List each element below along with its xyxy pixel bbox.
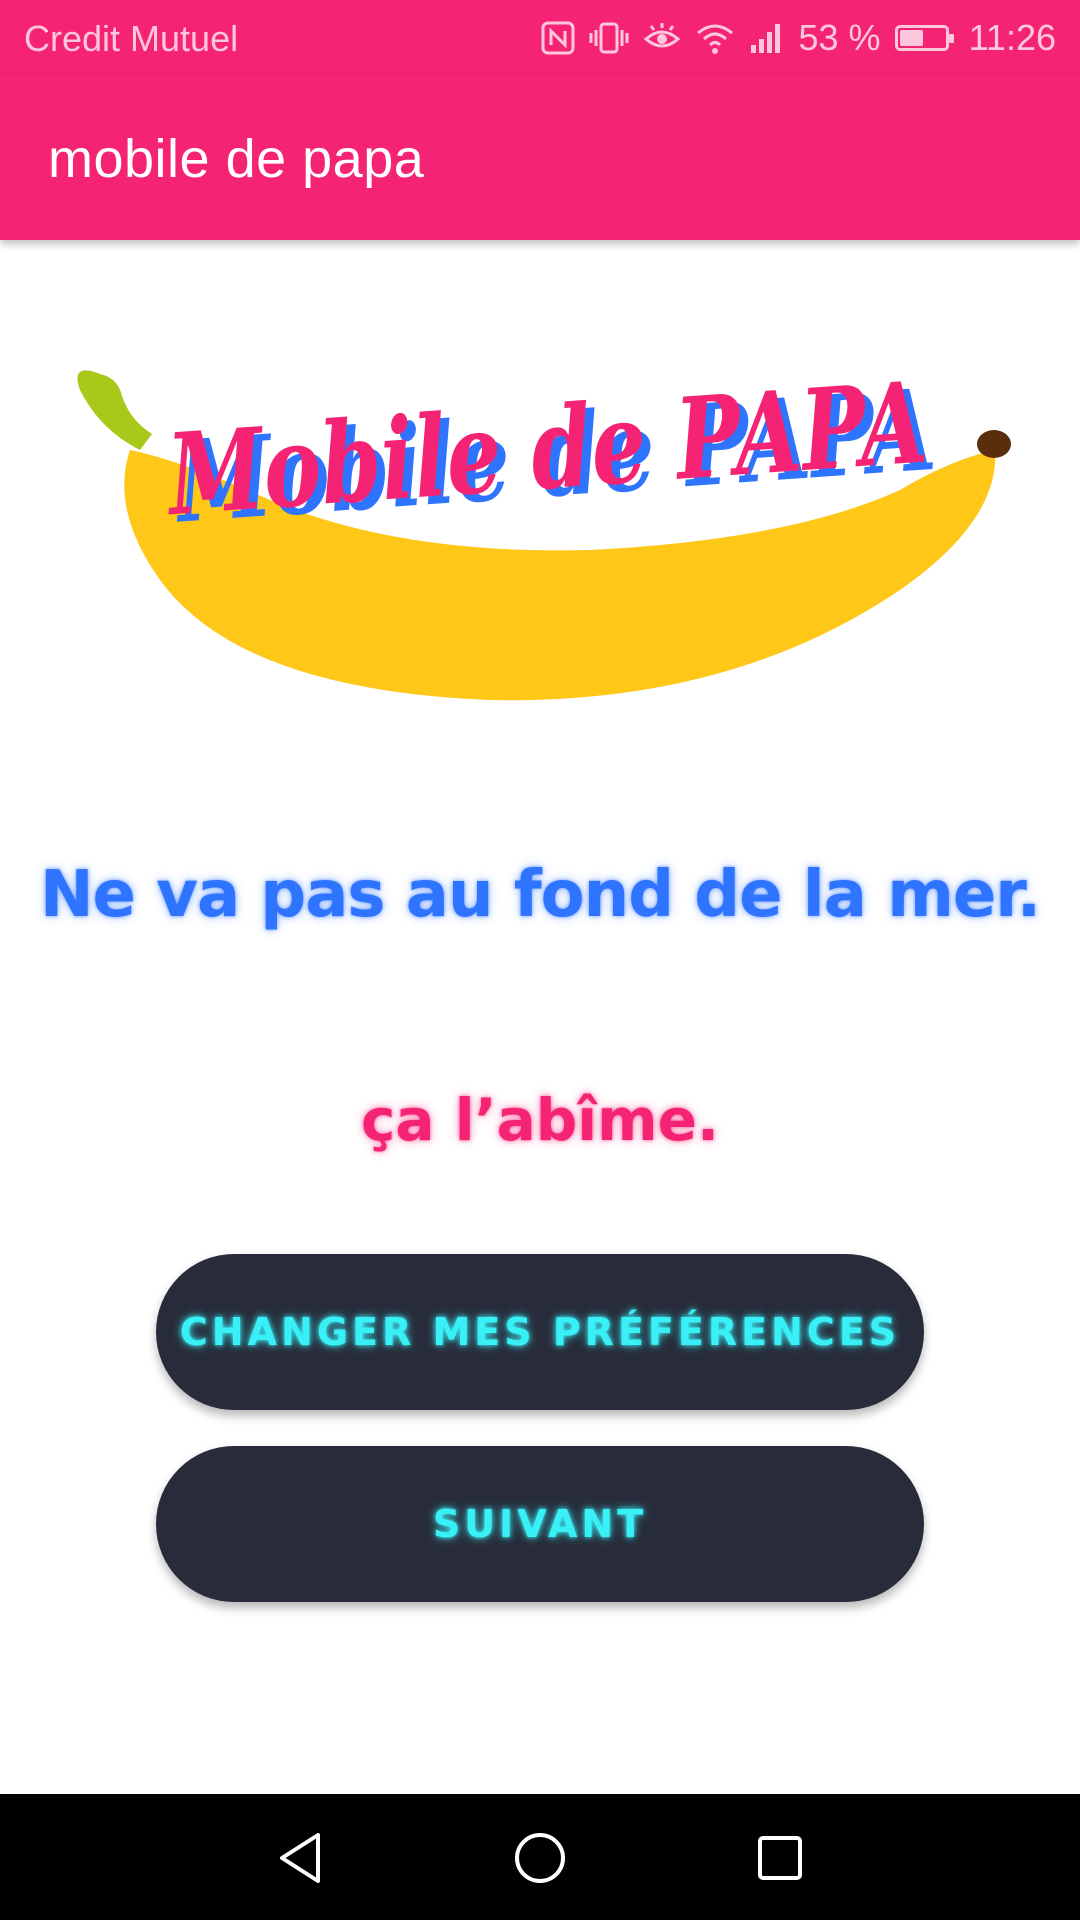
carrier-name: Credit Mutuel bbox=[24, 18, 239, 59]
wifi-icon bbox=[695, 21, 735, 55]
screen: Credit Mutuel 53 % 11:26 mobile de papa … bbox=[0, 0, 1080, 1920]
next-button[interactable]: SUIVANT bbox=[156, 1446, 924, 1602]
vibrate-icon bbox=[589, 21, 629, 55]
change-preferences-button[interactable]: CHANGER MES PRÉFÉRENCES bbox=[156, 1254, 924, 1410]
nfc-icon bbox=[541, 21, 575, 55]
eye-comfort-icon bbox=[643, 21, 681, 55]
navigation-bar bbox=[0, 1794, 1080, 1920]
recent-apps-icon[interactable] bbox=[744, 1822, 816, 1894]
banana-stem bbox=[77, 370, 152, 450]
banana-logo: Mobile de PAPA Mobile de PAPA bbox=[77, 357, 1011, 701]
status-icons: 53 % 11:26 bbox=[541, 12, 1056, 64]
clock: 11:26 bbox=[968, 17, 1056, 58]
signal-icon bbox=[749, 21, 785, 55]
battery-percent: 53 % bbox=[798, 17, 881, 58]
quote-line-2: ça l’abîme. bbox=[361, 1086, 719, 1154]
battery-icon bbox=[894, 25, 954, 51]
logo-text: Mobile de PAPA bbox=[161, 357, 931, 541]
banana-tip bbox=[977, 430, 1011, 458]
app-bar: mobile de papa bbox=[0, 76, 1080, 240]
app-title: mobile de papa bbox=[48, 129, 425, 189]
battery-level bbox=[899, 30, 923, 46]
home-icon[interactable] bbox=[504, 1822, 576, 1894]
status-bar: Credit Mutuel 53 % 11:26 bbox=[0, 0, 1080, 76]
back-icon[interactable] bbox=[264, 1822, 336, 1894]
quote-line-1: Ne va pas au fond de la mer. bbox=[39, 858, 1041, 932]
